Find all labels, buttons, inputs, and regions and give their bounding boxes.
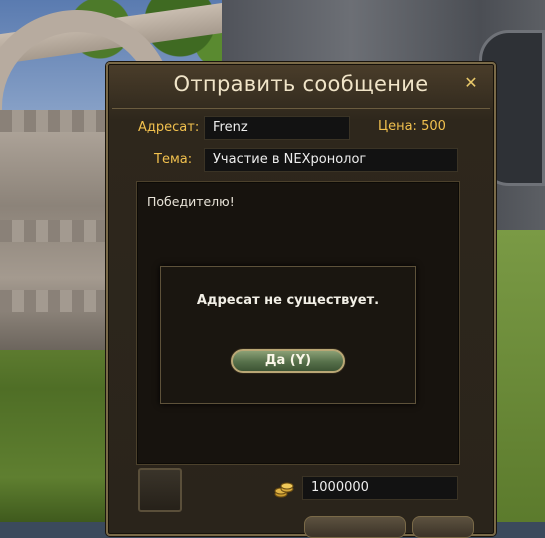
cancel-button[interactable] [412, 516, 474, 538]
recipient-input[interactable]: Frenz [204, 116, 350, 140]
stone-wall [0, 110, 120, 350]
yes-button[interactable]: Да (Y) [231, 349, 345, 373]
wall-band [0, 220, 120, 242]
subject-label: Тема: [154, 152, 193, 167]
coin-stack-icon [274, 482, 294, 498]
money-input[interactable]: 1000000 [302, 476, 458, 500]
title-divider [112, 108, 490, 109]
wall-crenellation [0, 110, 120, 132]
close-icon[interactable]: ✕ [464, 75, 478, 91]
message-body-text: Победителю! [147, 194, 235, 209]
wall-band [0, 290, 120, 312]
grass-right [490, 230, 545, 522]
price-label: Цена: 500 [378, 119, 446, 134]
subject-input[interactable]: Участие в NEXронолог [204, 148, 458, 172]
send-button[interactable] [304, 516, 406, 538]
window-title: Отправить сообщение [173, 72, 429, 96]
dialog-message: Адресат не существует. [196, 293, 380, 308]
attachment-slot[interactable] [138, 468, 182, 512]
alert-dialog: Адресат не существует. Да (Y) [160, 266, 416, 404]
recipient-label: Адресат: [138, 120, 200, 135]
